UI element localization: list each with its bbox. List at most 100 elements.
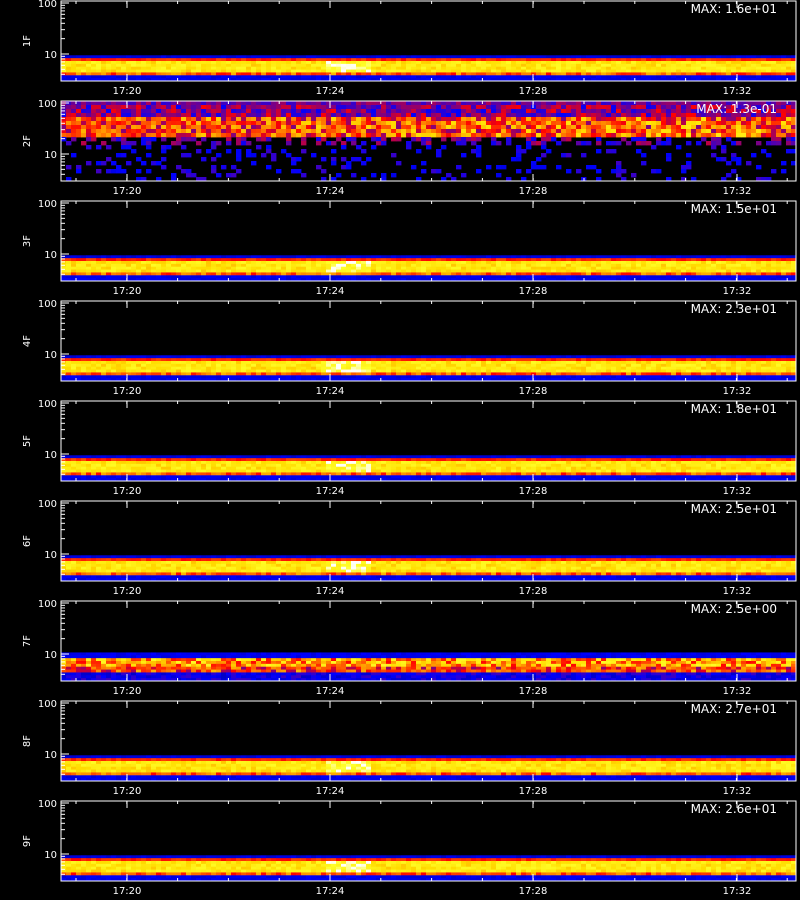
heat-cell [591,58,597,62]
heat-cell [751,129,757,134]
heat-cell [76,169,82,174]
heat-cell [666,272,672,276]
heat-cell [216,355,222,359]
heat-cell [166,269,172,273]
heat-cell [756,75,762,79]
heat-cell [281,275,287,279]
heat-cell [466,117,472,122]
heat-cell [276,133,282,138]
heat-cell [256,113,262,118]
heat-cell [671,258,677,262]
heat-cell [311,109,317,114]
heat-cell [281,375,287,379]
heat-cell [416,125,422,130]
heat-cell [246,355,252,359]
heat-cell [386,266,392,270]
heat-cell [476,117,482,122]
heat-cell [61,375,67,379]
heat-cell [306,266,312,270]
heat-cell [71,266,77,270]
heat-cell [661,129,667,134]
heat-cell [101,58,107,62]
heat-cell [711,269,717,273]
heat-cell [296,272,302,276]
heat-cell [176,109,182,114]
heat-cell [536,121,542,126]
heat-cell [436,61,442,65]
heat-cell [86,113,92,118]
heat-cell [411,133,417,138]
heat-cell [251,133,257,138]
heat-cell [566,72,572,76]
heat-cell [531,69,537,73]
heat-cell [91,363,97,368]
heat-cell [361,269,367,273]
heat-cell [406,272,412,276]
heat-cell [96,121,102,126]
heat-cell [386,117,392,122]
heat-cell [481,58,487,62]
heat-cell [201,275,207,279]
heat-cell [241,375,247,379]
heat-cell [481,72,487,76]
heat-cell [311,121,317,126]
heat-cell [766,55,772,59]
heat-cell [236,358,242,362]
heat-cell [491,66,497,70]
heat-cell [156,372,162,376]
heat-cell [191,61,197,65]
heat-cell [391,266,397,270]
heat-cell [111,109,117,114]
heat-cell [561,58,567,62]
heat-cell [531,137,537,142]
heat-cell [616,173,622,178]
heat-cell [476,66,482,70]
heat-cell [431,109,437,114]
heat-cell [571,55,577,59]
heat-cell [686,75,692,79]
heat-cell [686,105,692,110]
heat-cell [286,109,292,114]
heat-cell [316,69,322,73]
heat-cell [511,275,517,279]
heat-cell [776,261,782,265]
heat-cell [301,361,307,365]
heat-cell [646,61,652,65]
heat-cell [531,269,537,273]
heat-cell [186,258,192,262]
heat-cell [566,121,572,126]
heat-cell [201,125,207,130]
heat-cell [601,109,607,114]
heat-cell [66,255,72,259]
heat-cell [101,263,107,268]
heat-cell [121,258,127,262]
heat-cell [771,266,777,270]
heat-cell [746,69,752,73]
heat-cell [711,66,717,70]
heat-cell [116,105,122,110]
heat-cell [351,69,357,73]
heat-cell [451,101,457,106]
heat-cell [101,366,107,370]
heat-cell [226,109,232,114]
heat-cell [401,266,407,270]
heat-cell [96,69,102,73]
heat-cell [526,101,532,106]
heat-cell [631,69,637,73]
heat-cell [616,109,622,114]
heat-cell [481,63,487,68]
heat-cell [201,63,207,68]
heat-cell [786,55,792,59]
heat-cell [691,121,697,126]
heat-cell [231,173,237,178]
heat-cell [506,105,512,110]
heat-cell [76,261,82,265]
heat-cell [736,266,742,270]
heat-cell [306,269,312,273]
heat-cell [421,101,427,106]
heat-cell [741,261,747,265]
heat-cell [676,125,682,130]
heat-cell [231,358,237,362]
heat-cell [576,101,582,106]
heat-cell [366,109,372,114]
